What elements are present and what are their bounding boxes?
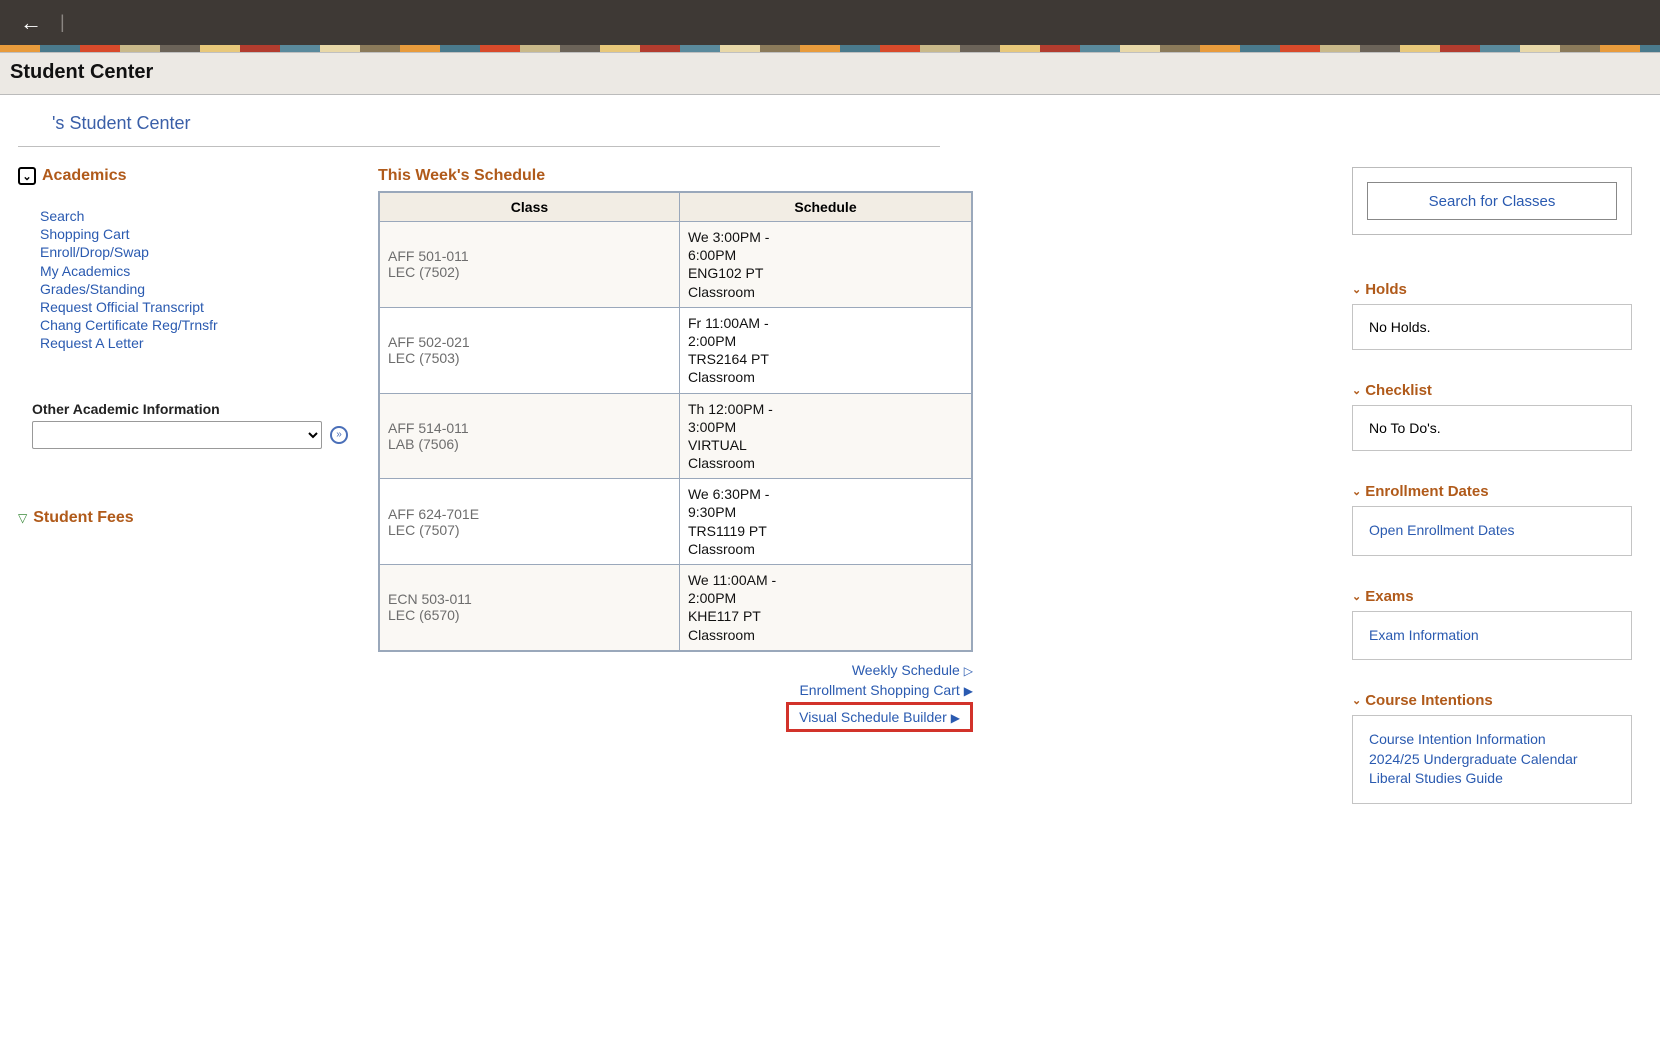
- link-weekly-schedule-label: Weekly Schedule: [852, 662, 960, 678]
- highlight-visual-schedule-builder: Visual Schedule Builder ▶: [786, 702, 973, 732]
- link-shopping-cart[interactable]: Shopping Cart: [40, 225, 348, 243]
- link-exam-information[interactable]: Exam Information: [1369, 626, 1615, 646]
- student-fees-section-header[interactable]: ▽ Student Fees: [18, 509, 348, 527]
- student-center-subhead: 's Student Center: [18, 95, 940, 147]
- schedule-table: Class Schedule AFF 501-011LEC (7502) We …: [378, 191, 973, 652]
- schedule-cell: We 11:00AM -2:00PMKHE117 PTClassroom: [679, 565, 972, 651]
- back-arrow-icon[interactable]: ←: [12, 6, 50, 40]
- triangle-right-icon: ▶: [964, 684, 973, 698]
- checklist-box: No To Do's.: [1352, 405, 1632, 451]
- class-cell: ECN 503-011LEC (6570): [379, 565, 679, 651]
- table-row: AFF 514-011LAB (7506) Th 12:00PM -3:00PM…: [379, 393, 972, 479]
- triangle-right-icon: ▶: [951, 711, 960, 725]
- exams-header[interactable]: ⌄ Exams: [1352, 588, 1632, 605]
- table-row: AFF 501-011LEC (7502) We 3:00PM -6:00PME…: [379, 222, 972, 308]
- top-navbar: ← |: [0, 0, 1660, 45]
- triangle-right-icon: ▷: [964, 664, 973, 678]
- chevron-down-icon[interactable]: ⌄: [18, 167, 36, 185]
- exams-heading: Exams: [1365, 588, 1413, 605]
- link-chang-certificate[interactable]: Chang Certificate Reg/Trnsfr: [40, 316, 348, 334]
- student-fees-heading: Student Fees: [33, 509, 133, 527]
- link-enroll-drop-swap[interactable]: Enroll/Drop/Swap: [40, 243, 348, 261]
- academics-heading: Academics: [42, 167, 127, 185]
- link-open-enrollment-dates[interactable]: Open Enrollment Dates: [1369, 521, 1615, 541]
- course-intentions-heading: Course Intentions: [1365, 692, 1493, 709]
- class-cell: AFF 502-021LEC (7503): [379, 307, 679, 393]
- schedule-links: Weekly Schedule ▷ Enrollment Shopping Car…: [378, 662, 973, 736]
- holds-heading: Holds: [1365, 281, 1407, 298]
- schedule-cell: Th 12:00PM -3:00PMVIRTUALClassroom: [679, 393, 972, 479]
- link-grades-standing[interactable]: Grades/Standing: [40, 280, 348, 298]
- other-academic-info-label: Other Academic Information: [18, 401, 348, 417]
- link-weekly-schedule[interactable]: Weekly Schedule ▷: [852, 662, 973, 678]
- class-cell: AFF 514-011LAB (7506): [379, 393, 679, 479]
- col-schedule: Schedule: [679, 192, 972, 222]
- exams-box: Exam Information: [1352, 611, 1632, 661]
- search-classes-box: Search for Classes: [1352, 167, 1632, 235]
- topbar-separator: |: [60, 12, 65, 33]
- chevron-down-icon: ⌄: [1352, 590, 1361, 603]
- course-intentions-header[interactable]: ⌄ Course Intentions: [1352, 692, 1632, 709]
- holds-box: No Holds.: [1352, 304, 1632, 350]
- academics-links: Search Shopping Cart Enroll/Drop/Swap My…: [18, 207, 348, 353]
- col-class: Class: [379, 192, 679, 222]
- chevron-down-icon: ⌄: [1352, 485, 1361, 498]
- link-liberal-studies-guide[interactable]: Liberal Studies Guide: [1369, 769, 1615, 789]
- checklist-header[interactable]: ⌄ Checklist: [1352, 382, 1632, 399]
- other-academic-info-select[interactable]: [32, 421, 322, 449]
- schedule-cell: We 6:30PM -9:30PMTRS1119 PTClassroom: [679, 479, 972, 565]
- link-enrollment-shopping-cart[interactable]: Enrollment Shopping Cart ▶: [799, 682, 973, 698]
- table-row: ECN 503-011LEC (6570) We 11:00AM -2:00PM…: [379, 565, 972, 651]
- course-intentions-box: Course Intention Information 2024/25 Und…: [1352, 715, 1632, 804]
- academics-section-header[interactable]: ⌄ Academics: [18, 167, 348, 185]
- titlebar: Student Center: [0, 53, 1660, 95]
- link-undergrad-calendar[interactable]: 2024/25 Undergraduate Calendar: [1369, 750, 1615, 770]
- link-request-letter[interactable]: Request A Letter: [40, 334, 348, 352]
- class-cell: AFF 624-701ELEC (7507): [379, 479, 679, 565]
- enrollment-dates-heading: Enrollment Dates: [1365, 483, 1488, 500]
- link-vsb-label: Visual Schedule Builder: [799, 709, 947, 725]
- chevron-down-icon: ⌄: [1352, 694, 1361, 707]
- link-search[interactable]: Search: [40, 207, 348, 225]
- page-title: Student Center: [10, 61, 1650, 84]
- schedule-cell: We 3:00PM -6:00PMENG102 PTClassroom: [679, 222, 972, 308]
- decorative-banner: [0, 45, 1660, 53]
- chevron-down-icon: ⌄: [1352, 283, 1361, 296]
- search-for-classes-button[interactable]: Search for Classes: [1367, 182, 1617, 220]
- go-icon[interactable]: »: [330, 426, 348, 444]
- table-row: AFF 502-021LEC (7503) Fr 11:00AM -2:00PM…: [379, 307, 972, 393]
- link-request-transcript[interactable]: Request Official Transcript: [40, 298, 348, 316]
- enrollment-dates-box: Open Enrollment Dates: [1352, 506, 1632, 556]
- link-visual-schedule-builder[interactable]: Visual Schedule Builder ▶: [799, 709, 960, 725]
- holds-header[interactable]: ⌄ Holds: [1352, 281, 1632, 298]
- chevron-down-icon[interactable]: ▽: [18, 511, 27, 525]
- schedule-cell: Fr 11:00AM -2:00PMTRS2164 PTClassroom: [679, 307, 972, 393]
- class-cell: AFF 501-011LEC (7502): [379, 222, 679, 308]
- chevron-down-icon: ⌄: [1352, 384, 1361, 397]
- link-my-academics[interactable]: My Academics: [40, 262, 348, 280]
- enrollment-dates-header[interactable]: ⌄ Enrollment Dates: [1352, 483, 1632, 500]
- checklist-heading: Checklist: [1365, 382, 1432, 399]
- schedule-title: This Week's Schedule: [378, 167, 973, 185]
- link-cart-label: Enrollment Shopping Cart: [799, 682, 959, 698]
- table-row: AFF 624-701ELEC (7507) We 6:30PM -9:30PM…: [379, 479, 972, 565]
- link-course-intention-info[interactable]: Course Intention Information: [1369, 730, 1615, 750]
